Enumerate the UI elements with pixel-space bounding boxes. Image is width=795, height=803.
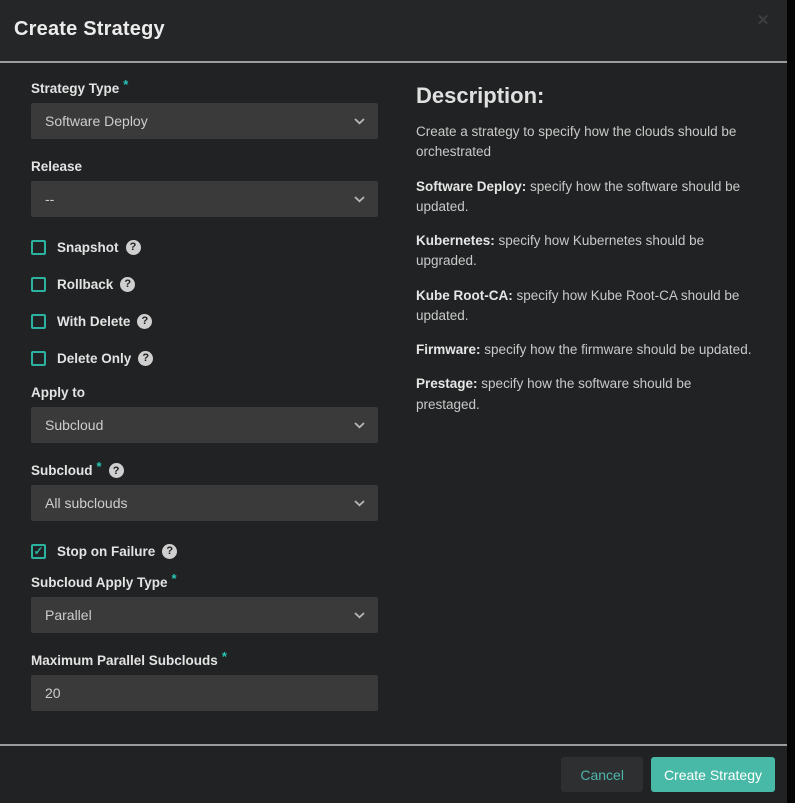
required-asterisk: * xyxy=(222,649,227,664)
selected-value: Subcloud xyxy=(45,417,103,433)
selected-value: Software Deploy xyxy=(45,113,148,129)
strategy-type-group: Strategy Type * Software Deploy xyxy=(31,81,378,139)
chevron-down-icon xyxy=(354,118,365,125)
description-paragraph: Firmware: specify how the firmware shoul… xyxy=(416,340,757,360)
term-text: Software Deploy: xyxy=(416,179,526,194)
snapshot-label: Snapshot ? xyxy=(57,240,141,255)
modal-body: Strategy Type * Software Deploy Release xyxy=(0,63,787,744)
apply-to-group: Apply to Subcloud xyxy=(31,385,378,443)
checkbox-row-stop-on-failure: Stop on Failure ? xyxy=(31,541,378,561)
checkbox-row-snapshot: Snapshot ? xyxy=(31,237,378,257)
description-paragraph: Software Deploy: specify how the softwar… xyxy=(416,177,757,218)
checkbox-row-with-delete: With Delete ? xyxy=(31,311,378,331)
description-paragraph: Kubernetes: specify how Kubernetes shoul… xyxy=(416,231,757,272)
label-text: Release xyxy=(31,159,82,174)
chevron-down-icon xyxy=(354,500,365,507)
max-parallel-subclouds-input[interactable] xyxy=(31,675,378,711)
strategy-type-label: Strategy Type * xyxy=(31,81,378,96)
chevron-down-icon xyxy=(354,612,365,619)
subcloud-label: Subcloud * ? xyxy=(31,463,378,478)
release-label: Release xyxy=(31,159,378,174)
help-icon[interactable]: ? xyxy=(137,314,152,329)
subcloud-select[interactable]: All subclouds xyxy=(31,485,378,521)
page-title: Create Strategy xyxy=(0,0,787,41)
selected-value: -- xyxy=(45,191,54,207)
snapshot-checkbox[interactable] xyxy=(31,240,46,255)
strategy-type-select[interactable]: Software Deploy xyxy=(31,103,378,139)
label-text: With Delete xyxy=(57,314,130,329)
help-icon[interactable]: ? xyxy=(126,240,141,255)
label-text: Subcloud Apply Type xyxy=(31,575,168,590)
strategy-form: Strategy Type * Software Deploy Release xyxy=(31,81,378,744)
description-intro: Create a strategy to specify how the clo… xyxy=(416,122,757,163)
description-panel: Description: Create a strategy to specif… xyxy=(378,81,771,744)
description-paragraph: Prestage: specify how the software shoul… xyxy=(416,374,757,415)
term-text: Prestage: xyxy=(416,376,478,391)
help-icon[interactable]: ? xyxy=(138,351,153,366)
selected-value: All subclouds xyxy=(45,495,128,511)
stop-on-failure-checkbox[interactable] xyxy=(31,544,46,559)
label-text: Snapshot xyxy=(57,240,119,255)
backdrop: Create Strategy ✕ Strategy Type * Softwa… xyxy=(0,0,795,803)
checkbox-row-rollback: Rollback ? xyxy=(31,274,378,294)
label-text: Rollback xyxy=(57,277,113,292)
create-strategy-modal: Create Strategy ✕ Strategy Type * Softwa… xyxy=(0,0,787,803)
description-heading: Description: xyxy=(416,83,757,109)
cancel-button[interactable]: Cancel xyxy=(561,757,643,792)
release-select[interactable]: -- xyxy=(31,181,378,217)
create-strategy-button[interactable]: Create Strategy xyxy=(651,757,775,792)
chevron-down-icon xyxy=(354,196,365,203)
option-checkboxes: Snapshot ? Rollback ? xyxy=(31,237,378,368)
label-text: Maximum Parallel Subclouds xyxy=(31,653,218,668)
rollback-checkbox[interactable] xyxy=(31,277,46,292)
rollback-label: Rollback ? xyxy=(57,277,135,292)
term-text: Kubernetes: xyxy=(416,233,495,248)
delete-only-checkbox[interactable] xyxy=(31,351,46,366)
close-icon[interactable]: ✕ xyxy=(753,10,773,30)
help-icon[interactable]: ? xyxy=(109,463,124,478)
release-group: Release -- xyxy=(31,159,378,217)
subcloud-group: Subcloud * ? All subclouds xyxy=(31,463,378,521)
modal-header: Create Strategy ✕ xyxy=(0,0,787,63)
required-asterisk: * xyxy=(172,571,177,586)
required-asterisk: * xyxy=(123,77,128,92)
subcloud-apply-type-select[interactable]: Parallel xyxy=(31,597,378,633)
term-text: Firmware: xyxy=(416,342,481,357)
required-asterisk: * xyxy=(97,459,102,474)
label-text: Apply to xyxy=(31,385,85,400)
max-parallel-subclouds-label: Maximum Parallel Subclouds * xyxy=(31,653,378,668)
term-desc: specify how the firmware should be updat… xyxy=(484,342,751,357)
subcloud-apply-type-label: Subcloud Apply Type * xyxy=(31,575,378,590)
chevron-down-icon xyxy=(354,422,365,429)
apply-to-label: Apply to xyxy=(31,385,378,400)
label-text: Delete Only xyxy=(57,351,131,366)
max-parallel-subclouds-group: Maximum Parallel Subclouds * xyxy=(31,653,378,711)
term-text: Kube Root-CA: xyxy=(416,288,513,303)
label-text: Subcloud xyxy=(31,463,93,478)
help-icon[interactable]: ? xyxy=(162,544,177,559)
checkbox-row-delete-only: Delete Only ? xyxy=(31,348,378,368)
label-text: Strategy Type xyxy=(31,81,119,96)
apply-to-select[interactable]: Subcloud xyxy=(31,407,378,443)
help-icon[interactable]: ? xyxy=(120,277,135,292)
delete-only-label: Delete Only ? xyxy=(57,351,153,366)
stop-on-failure-label: Stop on Failure ? xyxy=(57,544,177,559)
subcloud-apply-type-group: Subcloud Apply Type * Parallel xyxy=(31,575,378,633)
modal-footer: Cancel Create Strategy xyxy=(0,744,787,803)
label-text: Stop on Failure xyxy=(57,544,155,559)
with-delete-label: With Delete ? xyxy=(57,314,152,329)
with-delete-checkbox[interactable] xyxy=(31,314,46,329)
selected-value: Parallel xyxy=(45,607,92,623)
description-paragraph: Kube Root-CA: specify how Kube Root-CA s… xyxy=(416,286,757,327)
